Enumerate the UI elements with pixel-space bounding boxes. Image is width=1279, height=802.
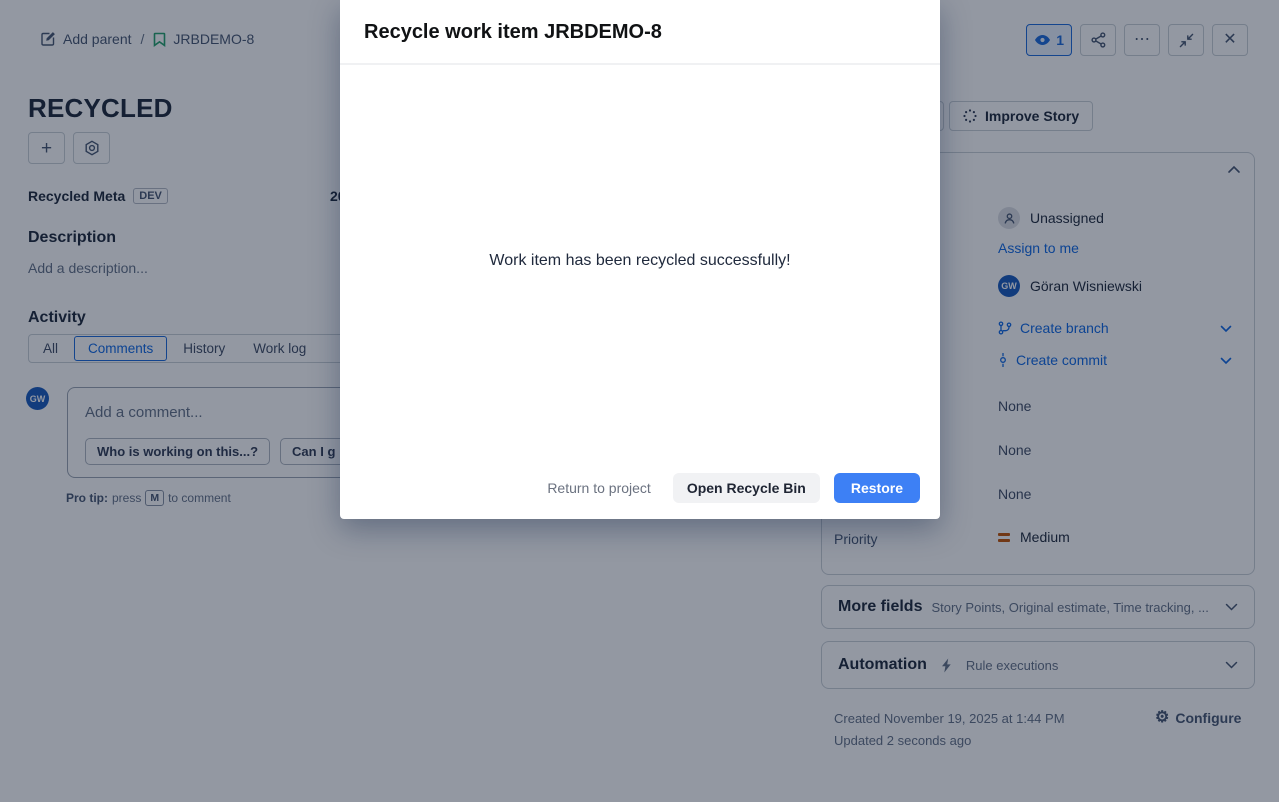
modal-message: Work item has been recycled successfully… xyxy=(340,252,940,270)
modal-footer: Return to project Open Recycle Bin Resto… xyxy=(539,473,920,503)
open-recycle-bin-button[interactable]: Open Recycle Bin xyxy=(673,473,820,503)
return-to-project-button[interactable]: Return to project xyxy=(539,474,659,502)
recycle-modal: Recycle work item JRBDEMO-8 Work item ha… xyxy=(340,0,940,519)
modal-title: Recycle work item JRBDEMO-8 xyxy=(364,21,916,44)
modal-header: Recycle work item JRBDEMO-8 xyxy=(340,0,940,65)
restore-button[interactable]: Restore xyxy=(834,473,920,503)
